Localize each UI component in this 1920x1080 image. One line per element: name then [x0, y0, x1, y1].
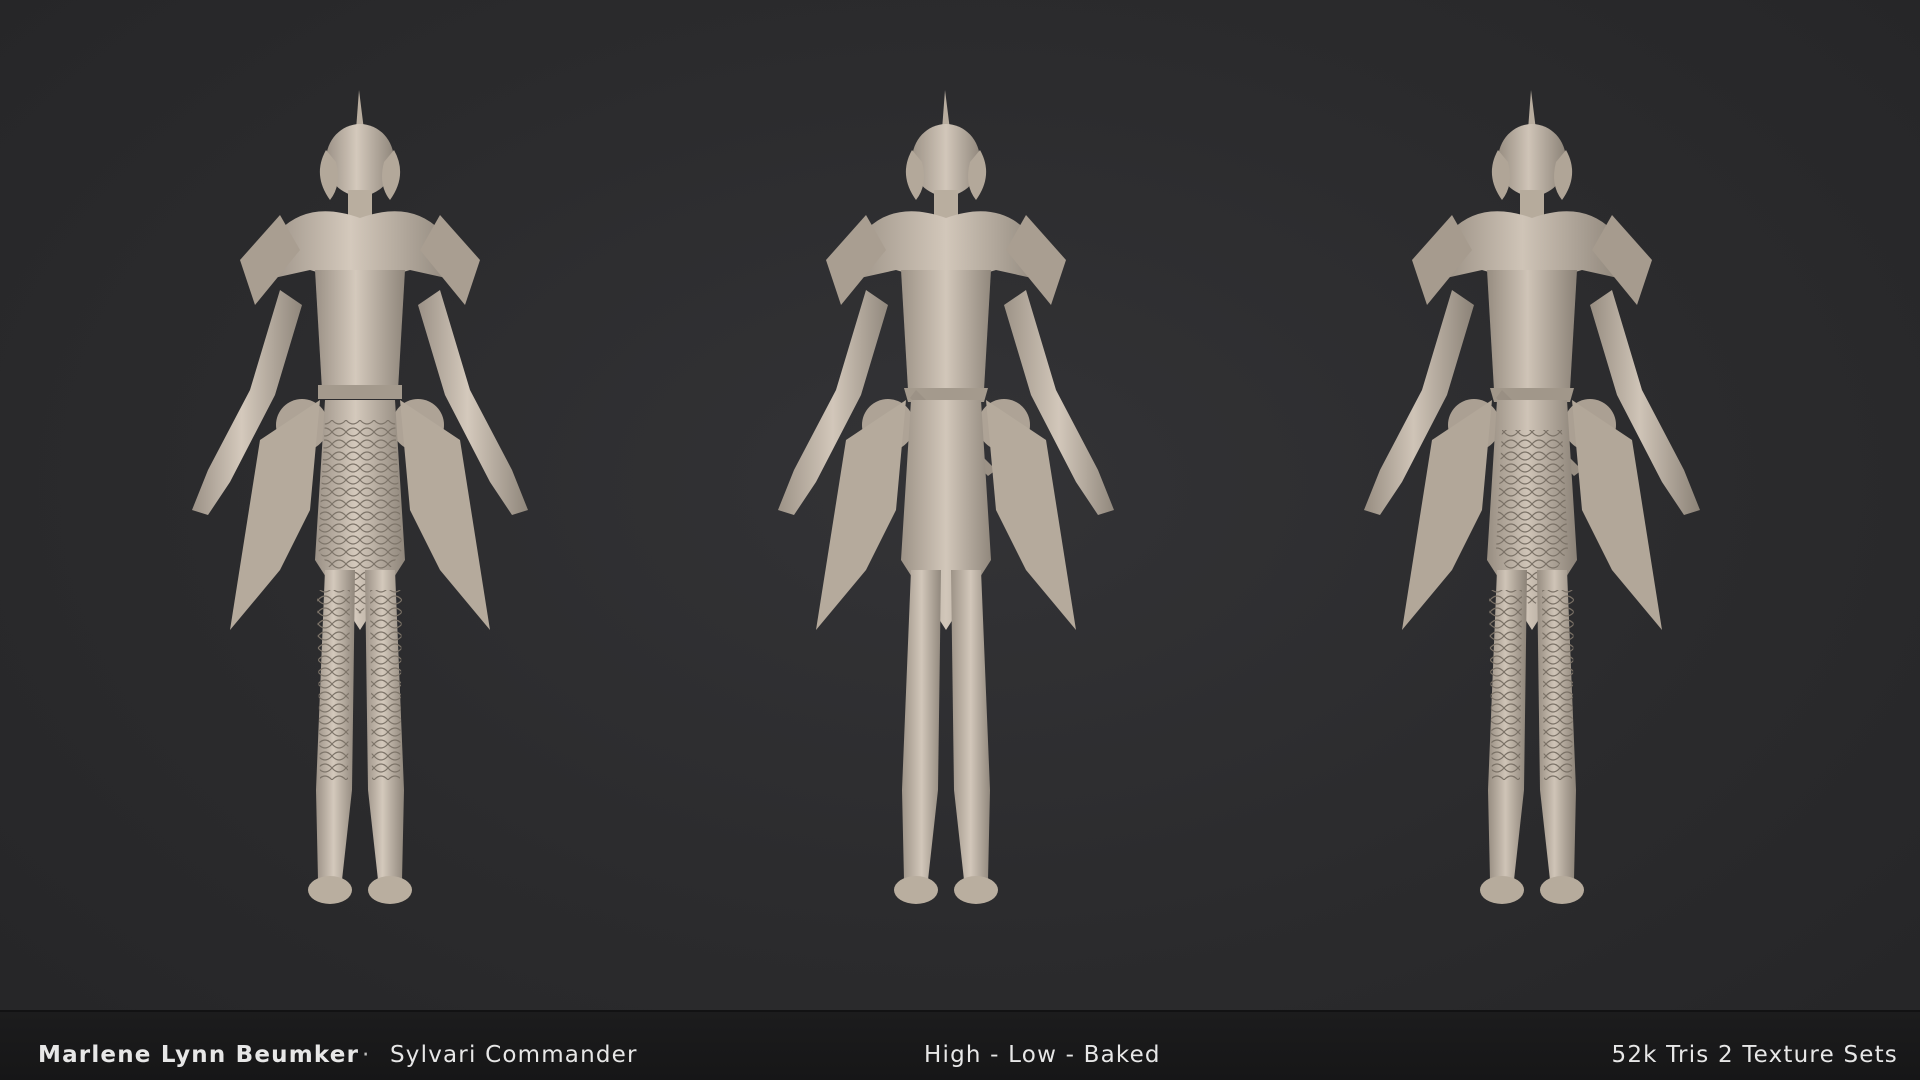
- armored-figure-low-poly-image: [778, 90, 1114, 904]
- character-render-baked: [1252, 90, 1812, 990]
- armored-figure-baked-image: [1364, 90, 1700, 904]
- model-stats-label: 52k Tris 2 Texture Sets: [1611, 1042, 1898, 1068]
- caption-bar: Marlene Lynn Beumker · Sylvari Commander…: [0, 1010, 1920, 1080]
- artist-name: Marlene Lynn Beumker: [38, 1042, 360, 1068]
- character-render-low-poly: [666, 90, 1226, 990]
- caption-separator: ·: [362, 1042, 371, 1068]
- project-title: Sylvari Commander: [390, 1042, 638, 1068]
- presentation-canvas: Marlene Lynn Beumker · Sylvari Commander…: [0, 0, 1920, 1080]
- render-stages-label: High - Low - Baked: [924, 1042, 1161, 1068]
- character-render-high-poly: [80, 90, 640, 990]
- armored-figure-high-poly-image: [192, 90, 528, 904]
